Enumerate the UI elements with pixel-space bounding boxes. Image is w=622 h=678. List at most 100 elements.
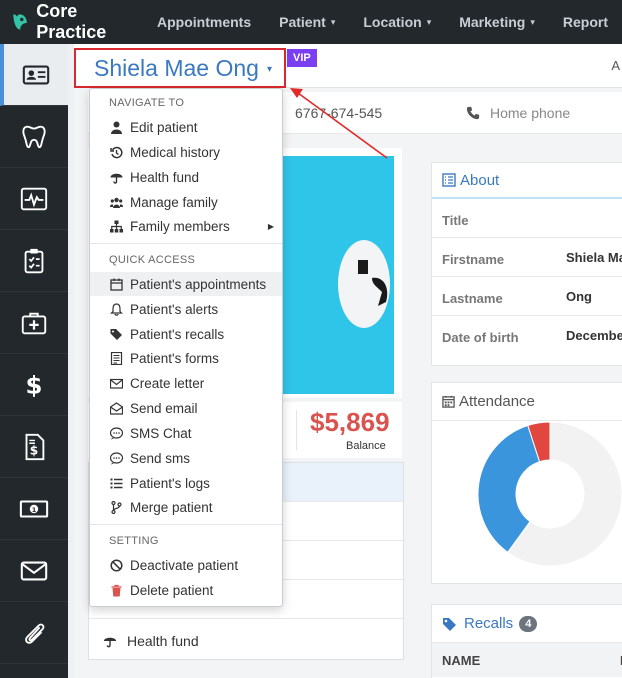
tooth-icon bbox=[22, 125, 46, 148]
user-icon bbox=[111, 121, 122, 134]
vip-badge: VIP bbox=[287, 49, 317, 67]
sidebar: $ $ 1 bbox=[0, 44, 68, 678]
sms-icon bbox=[110, 426, 123, 439]
menu-item-patient-logs[interactable]: Patient's logs bbox=[90, 471, 282, 495]
about-row-dob: Date of birth December bbox=[432, 316, 622, 355]
nav-label: Marketing bbox=[459, 14, 526, 30]
invoice-icon: $ bbox=[25, 433, 45, 460]
menu-header-navigate: NAVIGATE TO bbox=[109, 97, 185, 109]
menu-item-label: Patient's logs bbox=[130, 475, 210, 491]
attendance-title: Attendance bbox=[432, 383, 622, 421]
about-row-lastname: Lastname Ong bbox=[432, 277, 622, 316]
menu-item-medical-history[interactable]: Medical history bbox=[90, 140, 282, 164]
nav-label: Appointments bbox=[157, 14, 252, 30]
sidebar-item-payments[interactable]: 1 bbox=[0, 478, 68, 540]
about-card: About Title Firstname Shiela Ma Lastname O… bbox=[431, 162, 622, 366]
home-phone-label: Home phone bbox=[490, 105, 571, 121]
divider bbox=[296, 410, 297, 450]
recalls-title[interactable]: Recalls 4 bbox=[432, 605, 622, 643]
home-phone[interactable]: Home phone bbox=[466, 105, 570, 121]
attendance-donut-chart[interactable] bbox=[432, 421, 622, 583]
menu-item-label: Patient's appointments bbox=[130, 276, 267, 292]
brand[interactable]: Core Practice bbox=[0, 0, 143, 44]
menu-item-create-letter[interactable]: Create letter bbox=[90, 371, 282, 395]
menu-item-send-sms[interactable]: Send sms bbox=[90, 446, 282, 470]
patient-name-text: Shiela Mae Ong bbox=[94, 54, 259, 81]
menu-item-label: Edit patient bbox=[130, 119, 198, 135]
menu-divider bbox=[90, 243, 282, 244]
menu-item-sms-chat[interactable]: SMS Chat bbox=[90, 421, 282, 445]
menu-item-family-members[interactable]: Family members ▶ bbox=[90, 214, 282, 238]
nav-patient[interactable]: Patient ▾ bbox=[265, 0, 349, 44]
calendar-icon bbox=[442, 395, 455, 408]
svg-text:$: $ bbox=[30, 443, 38, 457]
field-value: Ong bbox=[566, 289, 592, 304]
code-branch-icon bbox=[111, 500, 122, 514]
sidebar-item-attachments[interactable] bbox=[0, 602, 68, 664]
paperclip-icon bbox=[25, 623, 45, 644]
menu-item-patient-forms[interactable]: Patient's forms bbox=[90, 346, 282, 370]
patient-name-dropdown-toggle[interactable]: Shiela Mae Ong ▾ bbox=[74, 48, 286, 88]
menu-item-patient-appointments[interactable]: Patient's appointments bbox=[90, 272, 282, 296]
field-value: December bbox=[566, 328, 622, 343]
sidebar-item-clipboard[interactable] bbox=[0, 230, 68, 292]
sidebar-item-medical[interactable] bbox=[0, 292, 68, 354]
svg-text:1: 1 bbox=[32, 505, 37, 513]
about-row-firstname: Firstname Shiela Ma bbox=[432, 238, 622, 277]
menu-item-edit-patient[interactable]: Edit patient bbox=[90, 115, 282, 139]
sidebar-item-patient-card[interactable] bbox=[0, 44, 68, 106]
sidebar-item-invoices[interactable]: $ bbox=[0, 416, 68, 478]
recalls-table-header: NAME F bbox=[432, 643, 622, 677]
menu-item-merge-patient[interactable]: Merge patient bbox=[90, 495, 282, 519]
patient-photo[interactable] bbox=[272, 156, 394, 394]
menu-item-label: Medical history bbox=[130, 144, 221, 160]
menu-item-delete-patient[interactable]: Delete patient bbox=[90, 578, 282, 602]
recalls-count-badge: 4 bbox=[519, 615, 538, 632]
nav-report[interactable]: Report bbox=[549, 0, 622, 44]
brand-name: Core Practice bbox=[36, 1, 107, 42]
form-icon bbox=[110, 351, 123, 365]
envelope-icon bbox=[110, 378, 123, 389]
menu-item-label: Send sms bbox=[130, 450, 191, 466]
menu-item-label: Patient's forms bbox=[130, 350, 219, 366]
tags-icon bbox=[110, 328, 122, 340]
sidebar-item-messages[interactable] bbox=[0, 540, 68, 602]
menu-item-send-email[interactable]: Send email bbox=[90, 396, 282, 420]
menu-item-label: Deactivate patient bbox=[130, 557, 239, 573]
tags-icon bbox=[443, 617, 456, 631]
menu-item-patient-recalls[interactable]: Patient's recalls bbox=[90, 322, 282, 346]
recalls-card: Recalls 4 NAME F bbox=[431, 604, 622, 678]
nav-location[interactable]: Location ▾ bbox=[349, 0, 445, 44]
calendar-icon bbox=[110, 278, 123, 291]
svg-text:$: $ bbox=[26, 370, 43, 399]
field-label: Firstname bbox=[442, 252, 505, 267]
nav-appointments[interactable]: Appointments bbox=[143, 0, 265, 44]
mobile-phone-number[interactable]: 6767-674-545 bbox=[295, 105, 382, 121]
health-fund-row[interactable]: Health fund bbox=[88, 622, 404, 660]
nav-label: Patient bbox=[279, 14, 326, 30]
menu-item-deactivate-patient[interactable]: Deactivate patient bbox=[90, 553, 282, 577]
sidebar-item-billing[interactable]: $ bbox=[0, 354, 68, 416]
avatar-illustration-icon bbox=[338, 240, 390, 328]
sidebar-item-dental[interactable] bbox=[0, 106, 68, 168]
about-title: About bbox=[432, 163, 622, 199]
field-value: Shiela Ma bbox=[566, 250, 622, 265]
field-label: Lastname bbox=[442, 291, 503, 306]
clipboard-icon bbox=[24, 248, 44, 273]
menu-item-health-fund[interactable]: Health fund bbox=[90, 165, 282, 189]
envelope-open-icon bbox=[110, 401, 123, 415]
dollar-icon: $ bbox=[26, 370, 43, 399]
core-practice-logo-icon bbox=[13, 14, 27, 30]
menu-item-patient-alerts[interactable]: Patient's alerts bbox=[90, 297, 282, 321]
menu-item-manage-family[interactable]: Manage family bbox=[90, 190, 282, 214]
menu-item-label: Patient's recalls bbox=[130, 326, 225, 342]
menu-item-label: Create letter bbox=[130, 375, 205, 391]
sidebar-item-vitals[interactable] bbox=[0, 168, 68, 230]
caret-down-icon: ▾ bbox=[426, 16, 432, 27]
column-header-name: NAME bbox=[442, 652, 481, 668]
id-card-icon bbox=[22, 65, 50, 84]
nav-marketing[interactable]: Marketing ▾ bbox=[445, 0, 549, 44]
sms-icon bbox=[110, 451, 123, 464]
menu-header-quick-access: QUICK ACCESS bbox=[109, 254, 196, 266]
menu-item-label: Manage family bbox=[130, 194, 218, 210]
